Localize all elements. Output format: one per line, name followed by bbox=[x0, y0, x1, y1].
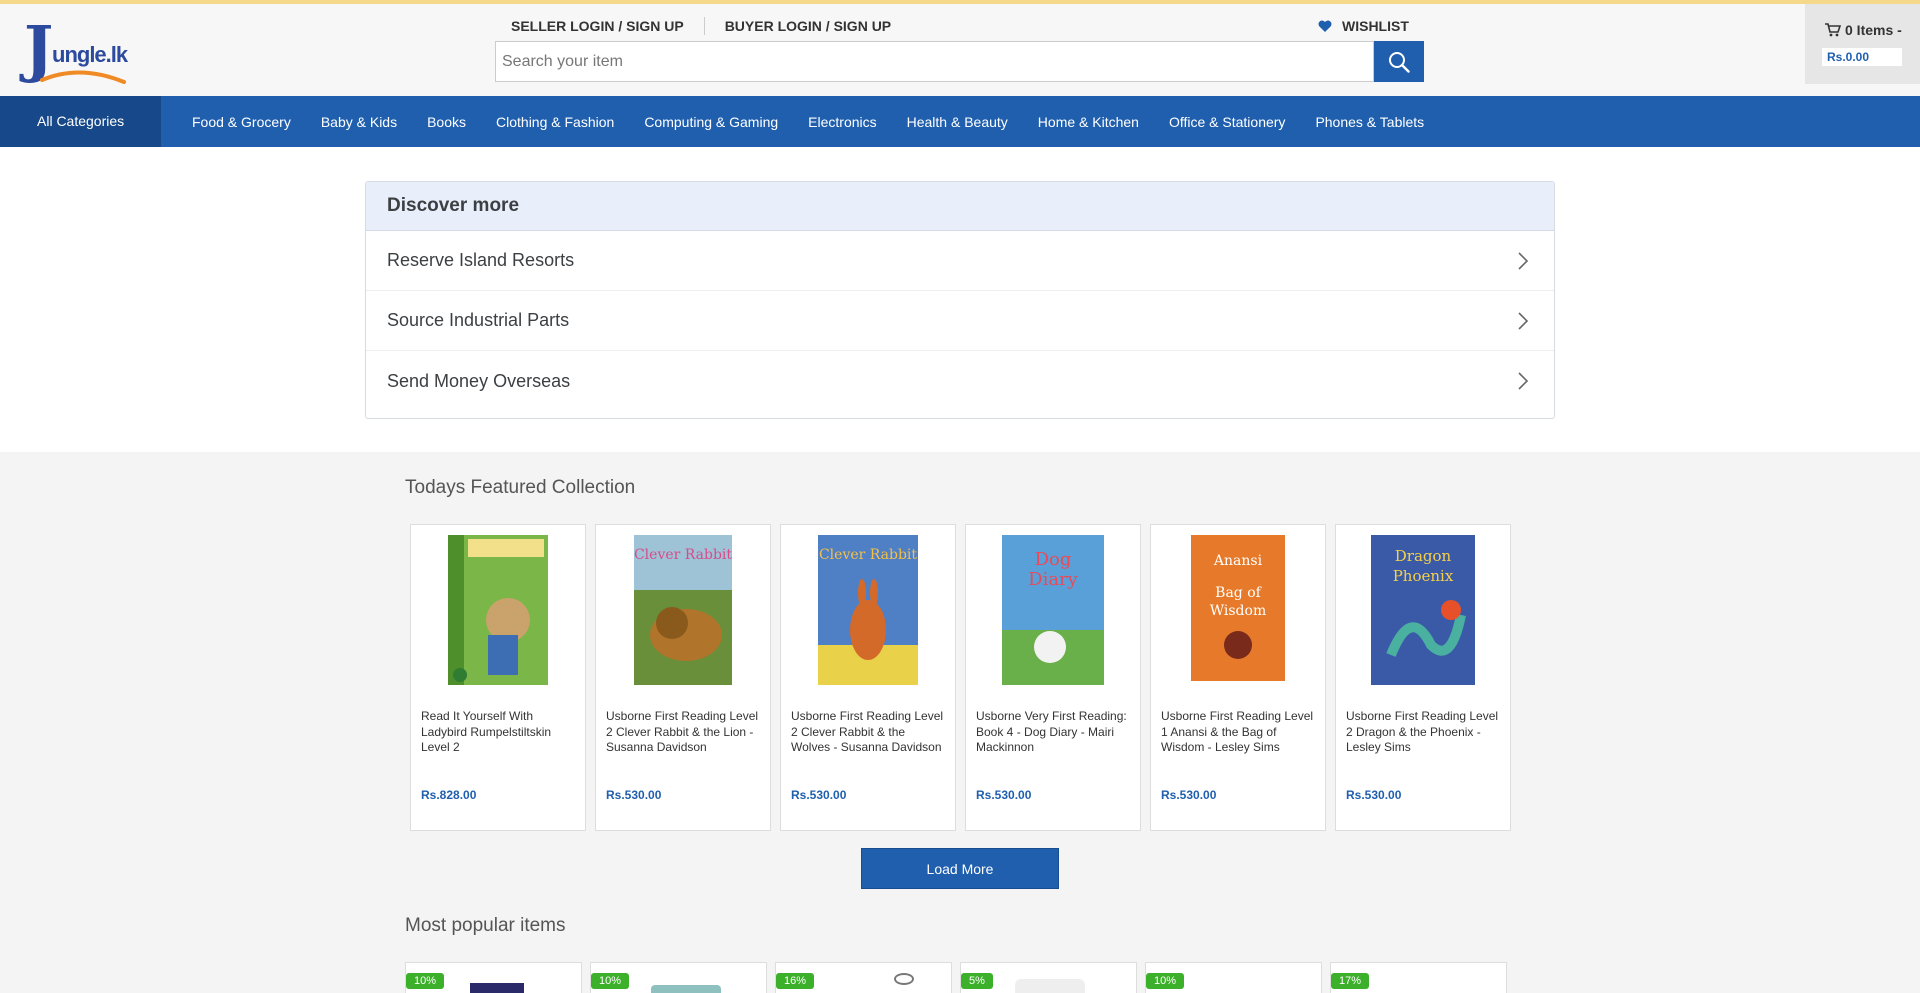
product-price: Rs.530.00 bbox=[791, 788, 847, 802]
discover-item[interactable]: Source Industrial Parts bbox=[366, 291, 1554, 351]
nav-item-electronics[interactable]: Electronics bbox=[808, 114, 876, 130]
search-button[interactable] bbox=[1374, 41, 1424, 82]
product-card[interactable]: 10% bbox=[405, 962, 582, 993]
discount-badge: 17% bbox=[1331, 973, 1370, 989]
nav-item-computing-gaming[interactable]: Computing & Gaming bbox=[644, 114, 778, 130]
discover-item-label: Reserve Island Resorts bbox=[387, 250, 575, 270]
discount-badge: 10% bbox=[1146, 973, 1185, 989]
wishlist-label: WISHLIST bbox=[1342, 18, 1409, 34]
svg-text:Clever Rabbit: Clever Rabbit bbox=[819, 547, 917, 563]
product-price: Rs.530.00 bbox=[606, 788, 662, 802]
nav-item-office-stationery[interactable]: Office & Stationery bbox=[1169, 114, 1285, 130]
chevron-right-icon bbox=[1518, 311, 1528, 330]
search-icon bbox=[1389, 51, 1410, 73]
discover-section: Discover more Reserve Island Resorts Sou… bbox=[0, 147, 1920, 452]
divider bbox=[703, 17, 705, 35]
product-title[interactable]: Usborne Very First Reading: Book 4 - Dog… bbox=[976, 709, 1132, 756]
all-categories-button[interactable]: All Categories bbox=[0, 96, 161, 147]
discover-item[interactable]: Send Money Overseas bbox=[366, 351, 1554, 411]
svg-text:Dragon: Dragon bbox=[1395, 547, 1452, 565]
popular-products: 10% 10% 16% 5% 10% 17% bbox=[405, 962, 1515, 993]
nav-items: Food & Grocery Baby & Kids Books Clothin… bbox=[192, 96, 1454, 147]
nav-item-health-beauty[interactable]: Health & Beauty bbox=[907, 114, 1008, 130]
svg-text:Dog: Dog bbox=[1035, 549, 1072, 570]
book-cover-image bbox=[448, 535, 548, 685]
product-price: Rs.530.00 bbox=[976, 788, 1032, 802]
discover-item-label: Send Money Overseas bbox=[387, 370, 571, 391]
heart-icon bbox=[1318, 20, 1332, 32]
category-nav: All Categories Food & Grocery Baby & Kid… bbox=[0, 96, 1920, 147]
chevron-right-icon bbox=[1518, 372, 1528, 390]
svg-text:Diary: Diary bbox=[1028, 569, 1079, 590]
discount-badge: 10% bbox=[406, 973, 445, 989]
nav-item-books[interactable]: Books bbox=[427, 114, 466, 130]
load-more-button[interactable]: Load More bbox=[861, 848, 1059, 889]
product-card[interactable]: 16% bbox=[775, 962, 952, 993]
product-thumbnail bbox=[470, 983, 524, 993]
discover-panel: Discover more Reserve Island Resorts Sou… bbox=[365, 181, 1555, 419]
product-card[interactable]: 17% bbox=[1330, 962, 1507, 993]
discover-title: Discover more bbox=[366, 182, 1554, 231]
cart-widget[interactable]: 0 Items - Rs.0.00 bbox=[1805, 4, 1920, 84]
product-card[interactable]: Dragon Phoenix Usborne First Reading Lev… bbox=[1335, 524, 1511, 831]
product-card[interactable]: 10% bbox=[590, 962, 767, 993]
product-title[interactable]: Usborne First Reading Level 1 Anansi & t… bbox=[1161, 709, 1317, 756]
discover-item-label: Source Industrial Parts bbox=[387, 310, 570, 330]
seller-login-link[interactable]: SELLER LOGIN / SIGN UP bbox=[511, 18, 684, 34]
nav-item-home-kitchen[interactable]: Home & Kitchen bbox=[1038, 114, 1139, 130]
featured-products: Read It Yourself With Ladybird Rumpelsti… bbox=[410, 524, 1520, 831]
svg-text:Bag of: Bag of bbox=[1215, 585, 1262, 601]
product-card[interactable]: Clever Rabbit Usborne First Reading Leve… bbox=[595, 524, 771, 831]
discover-item[interactable]: Reserve Island Resorts bbox=[366, 231, 1554, 291]
nav-item-food-grocery[interactable]: Food & Grocery bbox=[192, 114, 291, 130]
nav-item-clothing-fashion[interactable]: Clothing & Fashion bbox=[496, 114, 614, 130]
product-title[interactable]: Read It Yourself With Ladybird Rumpelsti… bbox=[421, 709, 577, 756]
product-title[interactable]: Usborne First Reading Level 2 Clever Rab… bbox=[791, 709, 947, 756]
product-card[interactable]: Anansi Bag of Wisdom Usborne First Readi… bbox=[1150, 524, 1326, 831]
nav-item-phones-tablets[interactable]: Phones & Tablets bbox=[1315, 114, 1424, 130]
svg-text:Wisdom: Wisdom bbox=[1210, 603, 1266, 619]
product-card[interactable]: Dog Diary Usborne Very First Reading: Bo… bbox=[965, 524, 1141, 831]
book-cover-image: Clever Rabbit bbox=[634, 535, 732, 685]
cart-items-count: 0 Items - bbox=[1845, 22, 1902, 38]
product-title[interactable]: Usborne First Reading Level 2 Dragon & t… bbox=[1346, 709, 1502, 756]
product-title[interactable]: Usborne First Reading Level 2 Clever Rab… bbox=[606, 709, 762, 756]
product-card[interactable]: 10% bbox=[1145, 962, 1322, 993]
product-price: Rs.530.00 bbox=[1346, 788, 1402, 802]
svg-text:Clever Rabbit: Clever Rabbit bbox=[634, 547, 732, 563]
logo-swoosh bbox=[40, 70, 126, 84]
cart-total: Rs.0.00 bbox=[1822, 48, 1902, 66]
product-thumbnail bbox=[894, 973, 914, 985]
discount-badge: 16% bbox=[776, 973, 815, 989]
buyer-login-link[interactable]: BUYER LOGIN / SIGN UP bbox=[725, 18, 891, 34]
book-cover-image: Clever Rabbit bbox=[818, 535, 918, 685]
book-cover-image: Dog Diary bbox=[1002, 535, 1104, 685]
header: J ungle.lk SELLER LOGIN / SIGN UP BUYER … bbox=[0, 4, 1920, 96]
account-links: SELLER LOGIN / SIGN UP BUYER LOGIN / SIG… bbox=[511, 14, 891, 38]
product-price: Rs.828.00 bbox=[421, 788, 477, 802]
book-cover-image: Anansi Bag of Wisdom bbox=[1191, 535, 1285, 681]
product-card[interactable]: Read It Yourself With Ladybird Rumpelsti… bbox=[410, 524, 586, 831]
product-thumbnail bbox=[1015, 979, 1085, 993]
search-bar bbox=[495, 41, 1424, 82]
discount-badge: 10% bbox=[591, 973, 630, 989]
logo-wordmark: ungle.lk bbox=[52, 42, 128, 67]
search-input[interactable] bbox=[495, 41, 1374, 82]
nav-item-baby-kids[interactable]: Baby & Kids bbox=[321, 114, 397, 130]
product-price: Rs.530.00 bbox=[1161, 788, 1217, 802]
svg-text:Anansi: Anansi bbox=[1213, 553, 1263, 569]
product-card[interactable]: Clever Rabbit Usborne First Reading Leve… bbox=[780, 524, 956, 831]
featured-title: Todays Featured Collection bbox=[405, 477, 636, 498]
logo[interactable]: J ungle.lk bbox=[24, 18, 128, 84]
popular-title: Most popular items bbox=[405, 915, 566, 936]
book-cover-image: Dragon Phoenix bbox=[1371, 535, 1475, 685]
product-thumbnail bbox=[651, 985, 721, 993]
product-card[interactable]: 5% bbox=[960, 962, 1137, 993]
chevron-right-icon bbox=[1518, 251, 1528, 270]
discount-badge: 5% bbox=[961, 973, 993, 989]
svg-text:Phoenix: Phoenix bbox=[1393, 567, 1454, 585]
wishlist-link[interactable]: WISHLIST bbox=[1318, 14, 1409, 38]
cart-icon bbox=[1825, 23, 1841, 37]
